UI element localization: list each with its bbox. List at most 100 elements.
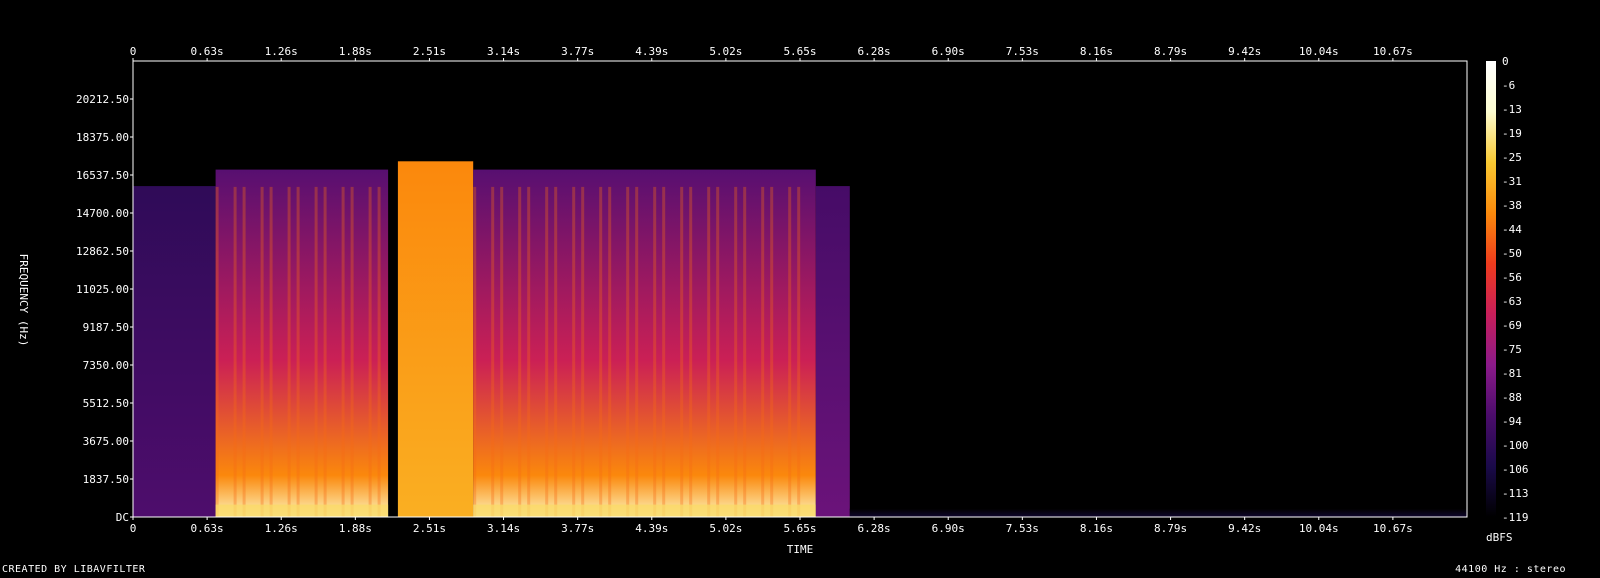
colorbar-tick-label: -19 [1502, 127, 1522, 140]
x-tick-label: 0 [130, 45, 137, 58]
x-tick-label: 6.28s [858, 522, 891, 535]
speech-band [770, 186, 774, 517]
x-axis-label: TIME [787, 543, 814, 556]
colorbar-tick-label: -44 [1502, 223, 1522, 236]
colorbar-tick-label: -6 [1502, 79, 1515, 92]
x-tick-label: 6.28s [858, 45, 891, 58]
colorbar-ticks: 0 -6 -13 -19 -25 -31 -38 -44 -50 -56 -63 -69 -75 -81 -… [1502, 55, 1529, 524]
speech-band [599, 186, 603, 517]
y-axis: DC 1837.50 3675.00 5512.50 7350.00 9187.50 110… [76, 93, 133, 524]
spectrogram-chart: 0 0.63s 1.26s 1.88s 2.51s 3.14s 3.77s 4.39s 5.02… [17, 45, 1529, 556]
x-tick-label: 3.14s [487, 522, 520, 535]
speech-band [341, 186, 345, 517]
speech-band [662, 186, 666, 517]
y-tick-label: 7350.00 [83, 359, 129, 372]
colorbar-tick-label: -119 [1502, 511, 1529, 524]
colorbar-tick-label: -81 [1502, 367, 1522, 380]
y-tick-label: 1837.50 [83, 473, 129, 486]
y-tick-label: 18375.00 [76, 131, 129, 144]
speech-band [269, 186, 273, 517]
x-tick-label: 1.88s [339, 522, 372, 535]
speech-band [242, 186, 246, 517]
low-frequency-energy [215, 504, 389, 517]
footer-info: 44100 Hz : stereo [1455, 564, 1566, 575]
speech-band [554, 186, 558, 517]
x-tick-label: 10.04s [1299, 45, 1339, 58]
x-tick-label: 0.63s [191, 45, 224, 58]
colorbar-tick-label: -106 [1502, 463, 1529, 476]
colorbar-label: dBFS [1486, 531, 1513, 544]
speech-band [518, 186, 522, 517]
speech-band [788, 186, 792, 517]
x-tick-label: 0.63s [191, 522, 224, 535]
speech-band [734, 186, 738, 517]
speech-band [608, 186, 612, 517]
x-tick-label: 0 [130, 522, 137, 535]
x-tick-label: 1.26s [265, 45, 298, 58]
y-tick-label: 14700.00 [76, 207, 129, 220]
footer-credit: CREATED BY LIBAVFILTER [2, 564, 146, 575]
speech-band [368, 186, 372, 517]
speech-band [260, 186, 264, 517]
low-frequency-energy [473, 504, 816, 517]
spectrum-segment [397, 161, 474, 518]
x-tick-label: 5.02s [709, 522, 742, 535]
spectrum-segment [473, 169, 816, 517]
speech-band [635, 186, 639, 517]
speech-band [233, 186, 237, 517]
x-tick-label: 5.65s [783, 522, 816, 535]
speech-band [743, 186, 747, 517]
speech-band [797, 186, 801, 517]
x-tick-label: 7.53s [1006, 522, 1039, 535]
speech-band [473, 186, 477, 517]
colorbar-tick-label: -13 [1502, 103, 1522, 116]
y-tick-label: 9187.50 [83, 321, 129, 334]
speech-band [491, 186, 495, 517]
y-tick-label: 20212.50 [76, 93, 129, 106]
colorbar-tick-label: -75 [1502, 343, 1522, 356]
x-tick-label: 9.42s [1228, 522, 1261, 535]
x-tick-label: 4.39s [635, 45, 668, 58]
speech-band [314, 186, 318, 517]
x-tick-label: 6.90s [932, 45, 965, 58]
speech-band [215, 186, 219, 517]
x-tick-label: 10.67s [1373, 522, 1413, 535]
speech-band [287, 186, 291, 517]
speech-band [761, 186, 765, 517]
colorbar-tick-label: -94 [1502, 415, 1522, 428]
colorbar-tick-label: 0 [1502, 55, 1509, 68]
speech-band [500, 186, 504, 517]
spectrum-segment [849, 508, 1467, 517]
x-tick-label: 3.77s [561, 45, 594, 58]
spectrum-segment [133, 186, 216, 517]
spectrum-segment [815, 186, 850, 517]
x-tick-label: 9.42s [1228, 45, 1261, 58]
x-tick-label: 1.88s [339, 45, 372, 58]
speech-band [581, 186, 585, 517]
spectrum-segment [215, 169, 389, 517]
colorbar-tick-label: -113 [1502, 487, 1529, 500]
y-tick-label: 12862.50 [76, 245, 129, 258]
speech-band [296, 186, 300, 517]
colorbar-tick-label: -31 [1502, 175, 1522, 188]
x-tick-label: 7.53s [1006, 45, 1039, 58]
x-tick-label: 6.90s [932, 522, 965, 535]
x-tick-label: 10.04s [1299, 522, 1339, 535]
y-tick-label: 5512.50 [83, 397, 129, 410]
colorbar-tick-label: -56 [1502, 271, 1522, 284]
colorbar-tick-label: -88 [1502, 391, 1522, 404]
x-axis-top: 0 0.63s 1.26s 1.88s 2.51s 3.14s 3.77s 4.39s 5.02… [130, 45, 1413, 61]
x-tick-label: 5.65s [783, 45, 816, 58]
y-tick-label: 16537.50 [76, 169, 129, 182]
x-tick-label: 3.14s [487, 45, 520, 58]
speech-band [377, 186, 381, 517]
colorbar-tick-label: -50 [1502, 247, 1522, 260]
speech-band [716, 186, 720, 517]
speech-band [680, 186, 684, 517]
speech-band [545, 186, 549, 517]
speech-band [323, 186, 327, 517]
speech-band [653, 186, 657, 517]
colorbar-tick-label: -69 [1502, 319, 1522, 332]
speech-band [527, 186, 531, 517]
x-tick-label: 8.16s [1080, 522, 1113, 535]
